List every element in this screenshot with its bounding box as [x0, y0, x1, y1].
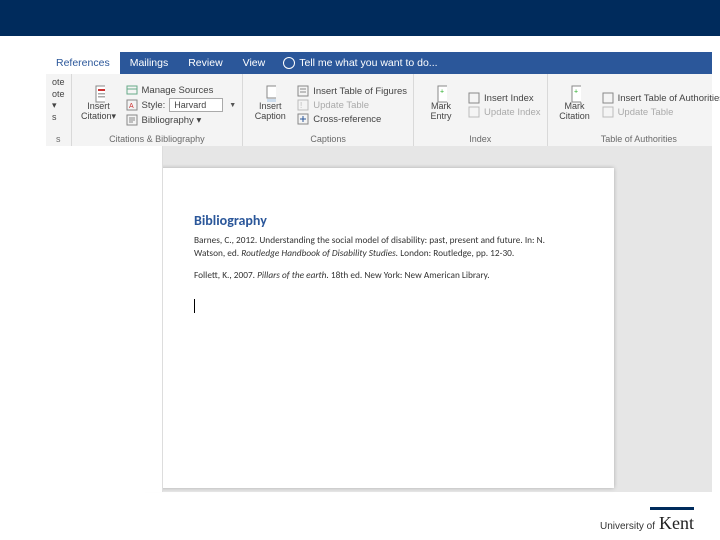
insert-toa-label: Insert Table of Authorities [618, 93, 720, 104]
insert-index-label: Insert Index [484, 93, 534, 104]
frag-line: s [52, 112, 65, 124]
document-page[interactable]: Bibliography Barnes, C., 2012. Understan… [144, 168, 614, 488]
tell-me-placeholder: Tell me what you want to do... [299, 57, 437, 69]
table-figures-label: Insert Table of Figures [313, 86, 407, 97]
tab-mailings[interactable]: Mailings [120, 52, 179, 74]
svg-text:A: A [129, 103, 134, 110]
cross-reference-icon [297, 113, 309, 125]
frag-line: ote ▾ [52, 89, 65, 112]
insert-citation-button[interactable]: InsertCitation▾ [78, 77, 120, 133]
navigation-gutter [46, 146, 163, 492]
update-toa-button[interactable]: Update Table [602, 106, 720, 118]
tell-me-search[interactable]: Tell me what you want to do... [275, 57, 445, 69]
insert-caption-icon [264, 88, 276, 100]
logo-bar-icon [650, 507, 694, 510]
entry-italic: Routledge Handbook of Disability Studies… [241, 248, 398, 259]
slide-title-bar [0, 0, 720, 36]
svg-text:!: ! [300, 101, 302, 110]
insert-citation-icon [93, 88, 105, 100]
chevron-down-icon: ▼ [229, 102, 236, 109]
update-index-button[interactable]: Update Index [468, 106, 541, 118]
update-index-label: Update Index [484, 107, 541, 118]
frag-line: ote [52, 77, 65, 89]
manage-sources-button[interactable]: Manage Sources [126, 84, 237, 96]
tab-review[interactable]: Review [178, 52, 232, 74]
update-table-button[interactable]: ! Update Table [297, 99, 407, 111]
update-table-label: Update Table [313, 100, 369, 111]
insert-toa-button[interactable]: Insert Table of Authorities [602, 92, 720, 104]
group-label-captions: Captions [249, 133, 407, 144]
mark-citation-icon: + [569, 88, 581, 100]
insert-index-button[interactable]: Insert Index [468, 92, 541, 104]
style-label: Style: [142, 100, 166, 111]
text-cursor [194, 299, 564, 318]
tab-view[interactable]: View [233, 52, 276, 74]
group-label-index: Index [420, 133, 541, 144]
bibliography-entry: Barnes, C., 2012. Understanding the soci… [194, 235, 564, 260]
mark-citation-label: MarkCitation [559, 102, 590, 122]
manage-sources-icon [126, 84, 138, 96]
manage-sources-label: Manage Sources [142, 85, 214, 96]
insert-caption-button[interactable]: InsertCaption [249, 77, 291, 133]
ribbon-group-captions: InsertCaption Insert Table of Figures ! … [243, 74, 414, 146]
entry-text: London: Routledge, pp. 12-30. [398, 248, 514, 259]
bibliography-icon [126, 114, 138, 126]
insert-index-icon [468, 92, 480, 104]
group-label-toa: Table of Authorities [554, 133, 720, 144]
style-icon: A [126, 99, 138, 111]
entry-text: 18th ed. New York: New American Library. [329, 270, 490, 281]
update-toa-label: Update Table [618, 107, 674, 118]
bibliography-heading: Bibliography [194, 212, 564, 229]
mark-citation-button[interactable]: + MarkCitation [554, 77, 596, 133]
update-table-icon: ! [297, 99, 309, 111]
document-area: Bibliography Barnes, C., 2012. Understan… [46, 146, 712, 492]
table-figures-icon [297, 85, 309, 97]
entry-italic: Pillars of the earth. [257, 270, 329, 281]
svg-text:+: + [574, 89, 578, 96]
mark-entry-button[interactable]: + MarkEntry [420, 77, 462, 133]
ribbon-tab-strip: References Mailings Review View Tell me … [46, 52, 712, 74]
ribbon: ote ote ▾ s s InsertCitation▾ Manage Sou [46, 74, 712, 147]
update-index-icon [468, 106, 480, 118]
cross-reference-button[interactable]: Cross-reference [297, 113, 407, 125]
ribbon-group-footnotes-fragment: ote ote ▾ s s [46, 74, 72, 146]
style-value: Harvard [169, 98, 223, 112]
entry-text: Follett, K., 2007. [194, 270, 257, 281]
insert-table-figures-button[interactable]: Insert Table of Figures [297, 85, 407, 97]
group-label-frag: s [52, 133, 65, 144]
logo-name: Kent [659, 513, 694, 534]
mark-entry-label: MarkEntry [431, 102, 452, 122]
insert-citation-label: InsertCitation▾ [81, 102, 116, 122]
mark-entry-icon: + [435, 88, 447, 100]
lightbulb-icon [283, 57, 295, 69]
tab-references[interactable]: References [46, 52, 120, 74]
logo-prefix: University of [600, 521, 655, 532]
insert-toa-icon [602, 92, 614, 104]
bibliography-dropdown[interactable]: Bibliography ▾ [126, 114, 237, 126]
group-label-citations: Citations & Bibliography [78, 133, 237, 144]
cross-reference-label: Cross-reference [313, 114, 381, 125]
ribbon-group-index: + MarkEntry Insert Index Update Index In… [414, 74, 548, 146]
ribbon-group-citations: InsertCitation▾ Manage Sources A Style: … [72, 74, 244, 146]
ribbon-group-toa: + MarkCitation Insert Table of Authoriti… [548, 74, 720, 146]
bibliography-label: Bibliography ▾ [142, 115, 202, 126]
svg-text:+: + [440, 89, 444, 96]
word-window: References Mailings Review View Tell me … [46, 52, 712, 492]
bibliography-entry: Follett, K., 2007. Pillars of the earth.… [194, 270, 564, 283]
update-toa-icon [602, 106, 614, 118]
style-dropdown[interactable]: A Style: Harvard ▼ [126, 98, 237, 112]
insert-caption-label: InsertCaption [255, 102, 286, 122]
university-logo: University of Kent [600, 513, 694, 534]
